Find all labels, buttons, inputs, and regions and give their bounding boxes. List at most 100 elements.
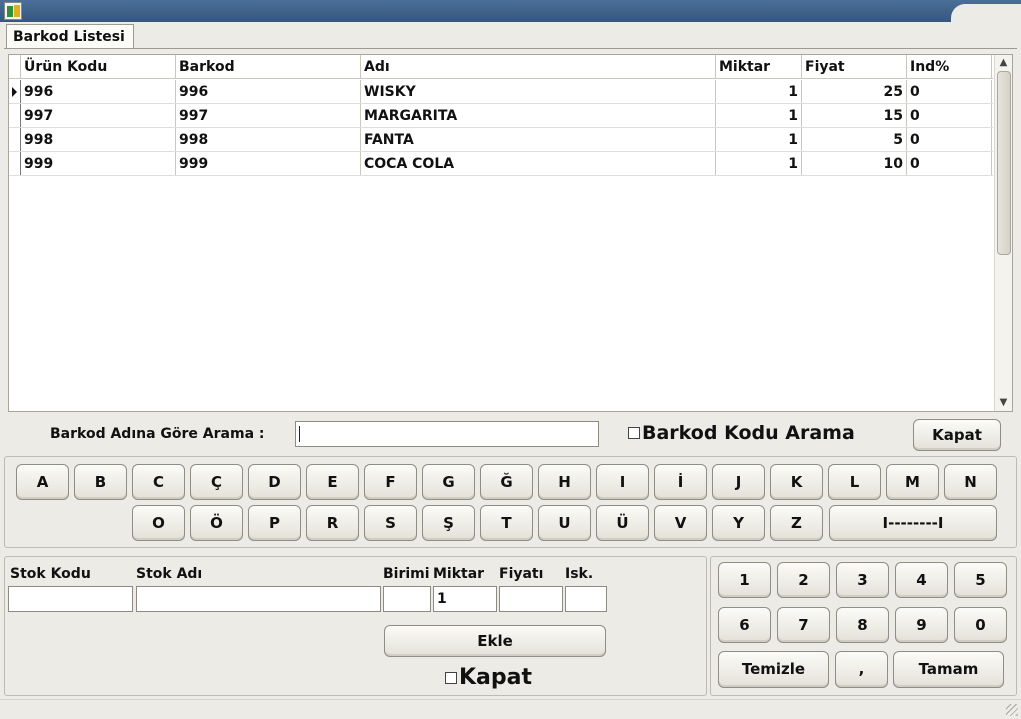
numpad-key-2[interactable]: 3 bbox=[836, 562, 889, 598]
add-button[interactable]: Ekle bbox=[384, 625, 606, 657]
key-0[interactable]: O bbox=[132, 505, 185, 541]
key-16[interactable]: N bbox=[944, 464, 997, 500]
cell-fiyat[interactable]: 5 bbox=[802, 128, 907, 151]
cell-miktar[interactable]: 1 bbox=[716, 80, 802, 103]
cell-fiyat[interactable]: 15 bbox=[802, 104, 907, 127]
key-10[interactable]: I bbox=[596, 464, 649, 500]
key-1[interactable]: B bbox=[74, 464, 127, 500]
key-3[interactable]: R bbox=[306, 505, 359, 541]
tab-barkod-listesi[interactable]: Barkod Listesi bbox=[6, 24, 134, 49]
cell-urun-kodu[interactable]: 999 bbox=[21, 152, 176, 175]
numpad-key-3[interactable]: 4 bbox=[895, 562, 948, 598]
key-9[interactable]: H bbox=[538, 464, 591, 500]
numpad-key-1[interactable]: 2 bbox=[777, 562, 830, 598]
cell-ind[interactable]: 0 bbox=[907, 80, 992, 103]
clear-button[interactable]: Temizle bbox=[718, 651, 829, 688]
key-11[interactable]: İ bbox=[654, 464, 707, 500]
table-row[interactable]: 997 997 MARGARITA 1 15 0 bbox=[9, 104, 993, 128]
scroll-up-icon[interactable]: ▲ bbox=[995, 57, 1012, 69]
cell-ind[interactable]: 0 bbox=[907, 104, 992, 127]
resize-grip-icon[interactable] bbox=[1006, 704, 1018, 716]
comma-button[interactable]: , bbox=[835, 651, 888, 688]
key-15[interactable]: M bbox=[886, 464, 939, 500]
close-button[interactable]: Kapat bbox=[913, 419, 1001, 451]
vertical-scrollbar[interactable]: ▲ ▼ bbox=[994, 55, 1012, 411]
checkbox-box[interactable] bbox=[628, 427, 640, 439]
table-row[interactable]: 998 998 FANTA 1 5 0 bbox=[9, 128, 993, 152]
cell-ind[interactable]: 0 bbox=[907, 128, 992, 151]
col-header-miktar[interactable]: Miktar bbox=[716, 55, 802, 78]
table-row[interactable]: 999 999 COCA COLA 1 10 0 bbox=[9, 152, 993, 176]
key-0[interactable]: A bbox=[16, 464, 69, 500]
key-7[interactable]: U bbox=[538, 505, 591, 541]
key-13[interactable]: K bbox=[770, 464, 823, 500]
stok-adi-input[interactable] bbox=[136, 586, 381, 612]
cell-adi[interactable]: FANTA bbox=[361, 128, 716, 151]
col-header-adi[interactable]: Adı bbox=[361, 55, 716, 78]
key-space[interactable]: I--------I bbox=[829, 505, 997, 541]
cell-miktar[interactable]: 1 bbox=[716, 128, 802, 151]
miktar-input[interactable]: 1 bbox=[433, 586, 497, 612]
fiyati-input[interactable] bbox=[499, 586, 563, 612]
ok-button[interactable]: Tamam bbox=[893, 651, 1004, 688]
scroll-down-icon[interactable]: ▼ bbox=[995, 397, 1012, 409]
key-12[interactable]: J bbox=[712, 464, 765, 500]
cell-adi[interactable]: MARGARITA bbox=[361, 104, 716, 127]
key-3[interactable]: Ç bbox=[190, 464, 243, 500]
numpad-key-4[interactable]: 5 bbox=[954, 562, 1007, 598]
cell-urun-kodu[interactable]: 997 bbox=[21, 104, 176, 127]
key-7[interactable]: G bbox=[422, 464, 475, 500]
app-icon[interactable] bbox=[4, 2, 22, 20]
birimi-input[interactable] bbox=[383, 586, 431, 612]
key-6[interactable]: T bbox=[480, 505, 533, 541]
close-checkbox[interactable]: Kapat bbox=[445, 665, 532, 690]
key-8[interactable]: Ü bbox=[596, 505, 649, 541]
numpad-key-4[interactable]: 0 bbox=[954, 607, 1007, 643]
isk-input[interactable] bbox=[565, 586, 607, 612]
scroll-thumb[interactable] bbox=[997, 71, 1011, 255]
barcode-grid[interactable]: Ürün Kodu Barkod Adı Miktar Fiyat Ind% 9… bbox=[8, 54, 1013, 412]
key-5[interactable]: Ş bbox=[422, 505, 475, 541]
key-9[interactable]: V bbox=[654, 505, 707, 541]
numpad-key-0[interactable]: 1 bbox=[718, 562, 771, 598]
cell-ind[interactable]: 0 bbox=[907, 152, 992, 175]
numpad-key-0[interactable]: 6 bbox=[718, 607, 771, 643]
cell-fiyat[interactable]: 10 bbox=[802, 152, 907, 175]
col-header-fiyat[interactable]: Fiyat bbox=[802, 55, 907, 78]
cell-barkod[interactable]: 999 bbox=[176, 152, 361, 175]
stok-kodu-input[interactable] bbox=[8, 586, 133, 612]
cell-barkod[interactable]: 998 bbox=[176, 128, 361, 151]
cell-urun-kodu[interactable]: 998 bbox=[21, 128, 176, 151]
key-4[interactable]: D bbox=[248, 464, 301, 500]
cell-miktar[interactable]: 1 bbox=[716, 152, 802, 175]
key-14[interactable]: L bbox=[828, 464, 881, 500]
title-bar bbox=[0, 0, 1021, 22]
col-header-barkod[interactable]: Barkod bbox=[176, 55, 361, 78]
numpad-key-3[interactable]: 9 bbox=[895, 607, 948, 643]
key-11[interactable]: Z bbox=[770, 505, 823, 541]
key-1[interactable]: Ö bbox=[190, 505, 243, 541]
table-row[interactable]: 996 996 WISKY 1 25 0 bbox=[9, 80, 993, 104]
col-header-ind[interactable]: Ind% bbox=[907, 55, 992, 78]
cell-adi[interactable]: WISKY bbox=[361, 80, 716, 103]
key-2[interactable]: P bbox=[248, 505, 301, 541]
cell-barkod[interactable]: 997 bbox=[176, 104, 361, 127]
cell-urun-kodu[interactable]: 996 bbox=[21, 80, 176, 103]
cell-miktar[interactable]: 1 bbox=[716, 104, 802, 127]
key-4[interactable]: S bbox=[364, 505, 417, 541]
key-8[interactable]: Ğ bbox=[480, 464, 533, 500]
cell-fiyat[interactable]: 25 bbox=[802, 80, 907, 103]
cell-barkod[interactable]: 996 bbox=[176, 80, 361, 103]
numpad-key-1[interactable]: 7 bbox=[777, 607, 830, 643]
col-header-urun-kodu[interactable]: Ürün Kodu bbox=[21, 55, 176, 78]
numpad-key-2[interactable]: 8 bbox=[836, 607, 889, 643]
key-10[interactable]: Y bbox=[712, 505, 765, 541]
key-5[interactable]: E bbox=[306, 464, 359, 500]
barcode-search-checkbox[interactable]: Barkod Kodu Arama bbox=[628, 422, 855, 444]
key-2[interactable]: C bbox=[132, 464, 185, 500]
search-input[interactable] bbox=[295, 421, 599, 447]
grid-header: Ürün Kodu Barkod Adı Miktar Fiyat Ind% bbox=[9, 55, 993, 79]
checkbox-box[interactable] bbox=[445, 671, 457, 684]
key-6[interactable]: F bbox=[364, 464, 417, 500]
cell-adi[interactable]: COCA COLA bbox=[361, 152, 716, 175]
